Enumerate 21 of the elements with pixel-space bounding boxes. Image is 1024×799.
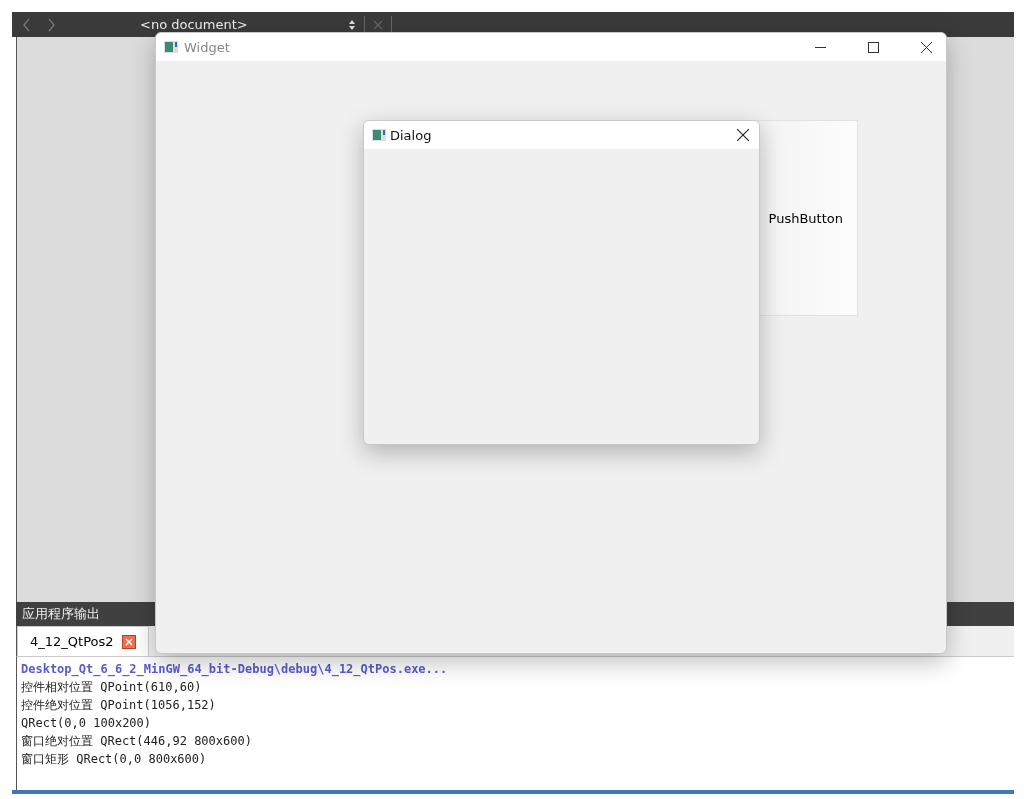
output-line: 控件绝对位置 QPoint(1056,152) (21, 697, 217, 714)
window-title: Widget (184, 39, 230, 55)
output-line: Desktop_Qt_6_6_2_MinGW_64_bit-Debug\debug\4_12_QtPos.exe... (21, 661, 449, 678)
window-title: Dialog (390, 127, 432, 143)
maximize-icon[interactable] (868, 41, 879, 53)
output-tab[interactable]: 4_12_QtPos2 (17, 626, 149, 656)
app-icon (372, 129, 386, 141)
tab-label: 4_12_QtPos2 (30, 634, 114, 649)
output-line: 控件相对位置 QPoint(610,60) (21, 679, 203, 696)
output-line: QRect(0,0 100x200) (21, 715, 153, 732)
output-line: 窗口矩形 QRect(0,0 800x600) (21, 751, 208, 768)
close-icon[interactable] (921, 41, 932, 53)
forward-icon[interactable] (46, 17, 56, 32)
pane-title: 应用程序输出 (22, 605, 100, 623)
updown-icon (348, 18, 356, 31)
push-button[interactable]: PushButton (757, 120, 858, 316)
back-icon[interactable] (22, 17, 32, 32)
app-icon (164, 41, 178, 53)
document-selector[interactable]: <no document> (140, 17, 340, 32)
close-icon[interactable] (737, 129, 749, 141)
output-line: 窗口绝对位置 QRect(446,92 800x600) (21, 733, 253, 750)
